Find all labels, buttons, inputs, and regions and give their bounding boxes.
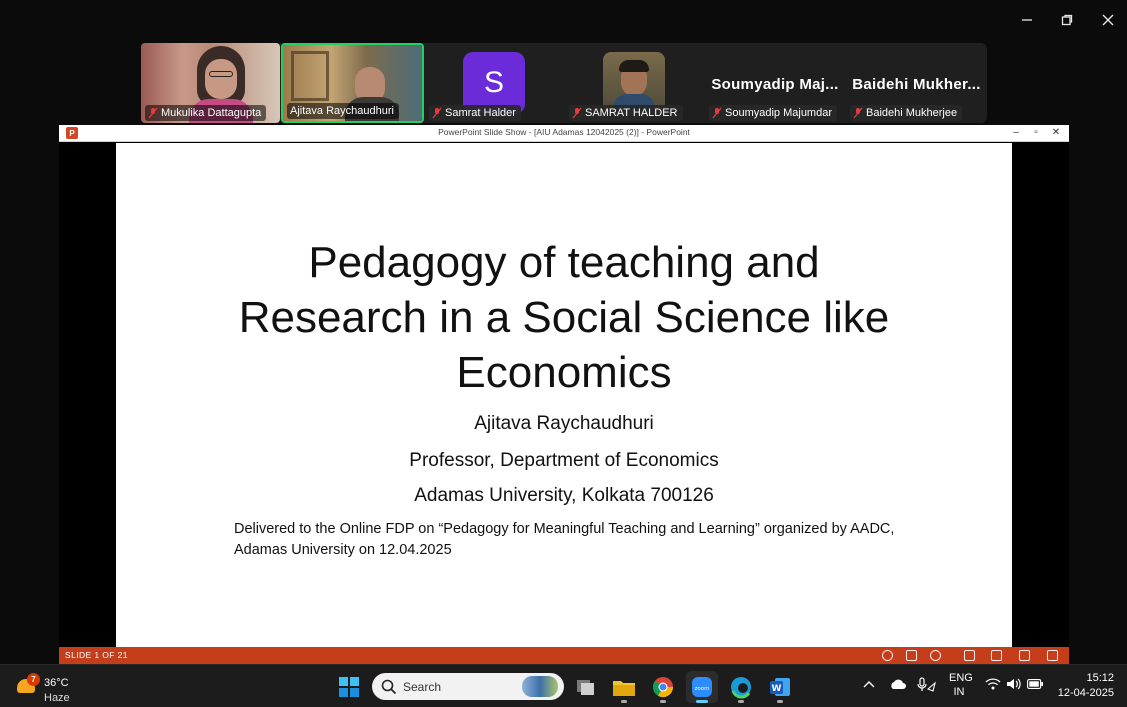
windows-icon	[339, 677, 359, 697]
word-button[interactable]: W	[764, 671, 796, 703]
search-box[interactable]: Search	[372, 673, 564, 700]
participant-name-label: Ajitava Raychaudhuri	[287, 103, 399, 119]
ppt-minimize-icon[interactable]: –	[1009, 127, 1023, 139]
previous-slide-icon[interactable]	[882, 650, 893, 661]
participant-name-label: Soumyadip Majumdar	[709, 105, 837, 121]
close-icon[interactable]	[1096, 8, 1120, 32]
clock[interactable]: 15:12 12-04-2025	[1054, 672, 1114, 699]
participant-display-name: Soumyadip Maj...	[711, 76, 839, 93]
battery-icon[interactable]	[1027, 679, 1044, 692]
slide[interactable]: Pedagogy of teaching and Research in a S…	[116, 143, 1012, 647]
restore-icon[interactable]	[1055, 8, 1079, 32]
powerpoint-window: P PowerPoint Slide Show - [AIU Adamas 12…	[59, 125, 1069, 664]
participant-name-label: Samrat Halder	[429, 105, 521, 121]
weather-widget[interactable]: 7 36°C Haze	[15, 671, 85, 704]
chrome-button[interactable]	[647, 671, 679, 703]
notes-icon[interactable]	[906, 650, 917, 661]
onedrive-icon[interactable]	[889, 678, 907, 693]
slideshow-icon[interactable]	[1047, 650, 1058, 661]
ppt-restore-icon[interactable]: ▫	[1029, 127, 1043, 139]
file-explorer-button[interactable]	[608, 671, 640, 703]
participant-display-name: Baidehi Mukher...	[852, 76, 981, 93]
weather-temp: 36°C	[44, 677, 69, 689]
search-icon	[381, 679, 397, 695]
ppt-title-bar: P PowerPoint Slide Show - [AIU Adamas 12…	[59, 125, 1069, 142]
screen: Mukulika Dattagupta Ajitava Raychaudhuri…	[0, 0, 1127, 707]
svg-text:zoom: zoom	[695, 686, 710, 692]
mic-muted-icon	[148, 107, 158, 119]
folder-icon	[613, 681, 635, 696]
reading-view-icon[interactable]	[1019, 650, 1030, 661]
volume-icon[interactable]	[1006, 678, 1022, 693]
task-view-icon	[577, 680, 594, 695]
svg-text:W: W	[772, 684, 782, 694]
taskbar: 7 36°C Haze Search zoom W ENG IN 15:12 1…	[0, 664, 1127, 707]
mic-muted-icon	[712, 107, 722, 119]
ppt-status-bar: SLIDE 1 OF 21	[59, 647, 1069, 664]
chevron-up-icon[interactable]	[862, 677, 876, 694]
slide-author: Ajitava Raychaudhuri	[474, 413, 654, 434]
participant-tile[interactable]: Soumyadip Maj... Soumyadip Majumdar	[705, 43, 845, 123]
edge-button[interactable]	[725, 671, 757, 703]
slide-title: Pedagogy of teaching and Research in a S…	[238, 238, 890, 397]
zoom-button[interactable]: zoom	[686, 671, 718, 703]
participant-tile[interactable]: S Samrat Halder	[425, 43, 563, 123]
slide-note: Delivered to the Online FDP on “Pedagogy…	[234, 521, 895, 558]
clock-date: 12-04-2025	[1057, 687, 1114, 699]
weather-badge: 7	[27, 673, 40, 686]
participant-name-label: Baidehi Mukherjee	[850, 105, 963, 121]
participant-tile[interactable]: Baidehi Mukher... Baidehi Mukherjee	[846, 43, 987, 123]
chrome-icon	[652, 677, 674, 698]
ppt-close-icon[interactable]: ✕	[1049, 127, 1063, 139]
start-button[interactable]	[333, 671, 365, 703]
slide-affiliation: Adamas University, Kolkata 700126	[414, 485, 714, 506]
participant-name-label: Mukulika Dattagupta	[145, 105, 267, 121]
mic-muted-icon	[572, 107, 582, 119]
task-view-button[interactable]	[569, 671, 601, 703]
edge-icon	[731, 677, 751, 699]
participant-tile[interactable]: Mukulika Dattagupta	[141, 43, 280, 123]
participant-tile[interactable]: SAMRAT HALDER	[565, 43, 703, 123]
ppt-window-title: PowerPoint Slide Show - [AIU Adamas 1204…	[438, 127, 690, 137]
mic-muted-icon	[432, 107, 442, 119]
word-icon: W	[770, 678, 790, 696]
slide-designation: Professor, Department of Economics	[409, 450, 719, 471]
language-indicator[interactable]: ENG IN	[949, 672, 973, 698]
slide-counter: SLIDE 1 OF 21	[65, 650, 128, 660]
participant-strip: Mukulika Dattagupta Ajitava Raychaudhuri…	[141, 43, 987, 123]
normal-view-icon[interactable]	[964, 650, 975, 661]
participant-name-label: SAMRAT HALDER	[569, 105, 683, 121]
participant-tile-active[interactable]: Ajitava Raychaudhuri	[281, 43, 424, 123]
zoom-icon: zoom	[692, 677, 712, 697]
microphone-icon[interactable]	[917, 677, 937, 696]
search-highlight-icon	[522, 676, 558, 697]
wifi-icon[interactable]	[985, 678, 1001, 693]
minimize-icon[interactable]	[1015, 8, 1039, 32]
slide-sorter-icon[interactable]	[991, 650, 1002, 661]
clock-time: 15:12	[1086, 672, 1114, 684]
weather-condition: Haze	[44, 692, 70, 704]
next-slide-icon[interactable]	[930, 650, 941, 661]
mic-muted-icon	[853, 107, 863, 119]
